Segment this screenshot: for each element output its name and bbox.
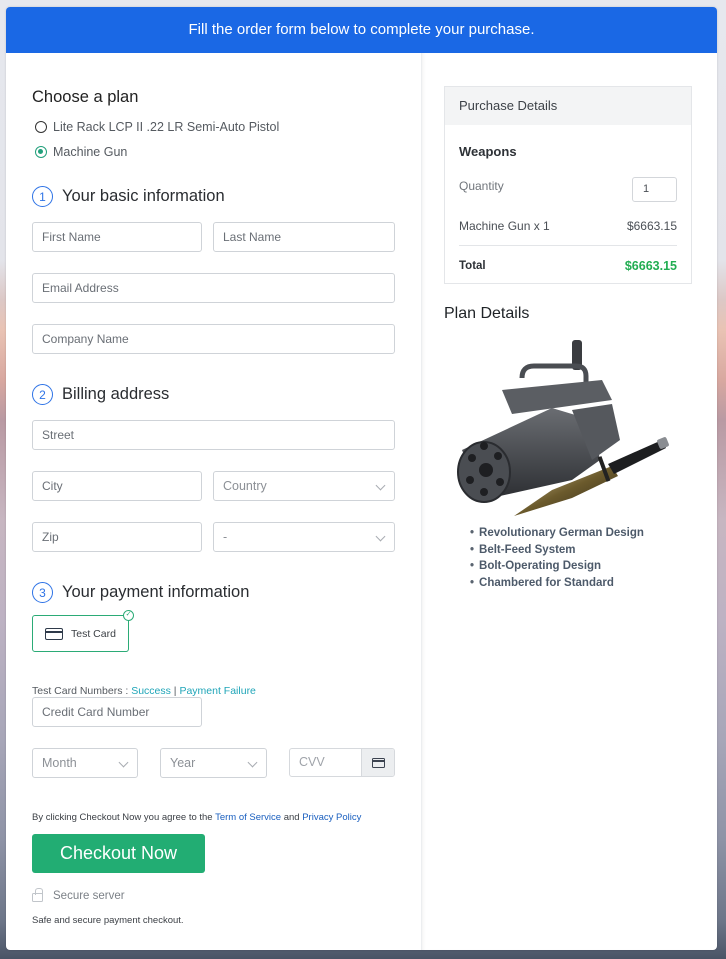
section-title: Your payment information (62, 583, 250, 601)
state-select[interactable]: - (213, 522, 395, 552)
street-input[interactable]: Street (32, 420, 395, 450)
credit-card-icon (45, 627, 63, 640)
terms-of-service-link[interactable]: Term of Service (215, 812, 281, 823)
last-name-input[interactable]: Last Name (213, 222, 395, 252)
month-select-value: Month (42, 756, 77, 770)
secure-server-label: Secure server (53, 889, 125, 902)
quantity-label: Quantity (459, 179, 504, 193)
section-title: Your basic information (62, 187, 225, 205)
step-billing: 2 Billing address (32, 384, 169, 405)
step-number-badge: 3 (32, 582, 53, 603)
agreement-prefix: By clicking Checkout Now you agree to th… (32, 812, 216, 823)
divider (459, 245, 677, 246)
purchase-details-title: Purchase Details (445, 87, 691, 125)
choose-plan-heading: Choose a plan (32, 88, 139, 106)
total-label: Total (459, 260, 486, 272)
plan-option-label: Machine Gun (53, 145, 128, 159)
secure-server: Secure server (32, 888, 125, 902)
step-number-badge: 2 (32, 384, 53, 405)
chevron-down-icon (375, 531, 386, 542)
year-select[interactable]: Year (160, 748, 267, 778)
feature-item: Bolt-Operating Design (470, 560, 644, 577)
safe-checkout-text: Safe and secure payment checkout. (32, 915, 184, 926)
agreement-middle: and (281, 812, 303, 823)
payment-method-test-card[interactable]: Test Card ✓ (32, 610, 134, 652)
product-category: Weapons (459, 144, 517, 159)
payment-failure-link[interactable]: Payment Failure (179, 685, 255, 697)
test-numbers-label: Test Card Numbers : (32, 685, 132, 697)
step-basic-info: 1 Your basic information (32, 186, 225, 207)
chevron-down-icon (118, 757, 129, 768)
checkout-card: Fill the order form below to complete yo… (6, 7, 717, 950)
purchase-details-box: Purchase Details Weapons Quantity 1 Mach… (444, 86, 692, 284)
privacy-policy-link[interactable]: Privacy Policy (302, 812, 361, 823)
line-item-price: $6663.15 (626, 219, 677, 233)
first-name-input[interactable]: First Name (32, 222, 202, 252)
payment-method-label: Test Card (71, 627, 116, 640)
product-image (457, 340, 669, 516)
feature-item: Chambered for Standard (470, 577, 644, 594)
country-select-value: Country (223, 479, 267, 493)
cvv-placeholder: CVV (299, 755, 325, 769)
country-select[interactable]: Country (213, 471, 395, 501)
credit-card-number-input[interactable]: Credit Card Number (32, 697, 202, 727)
lock-icon (32, 888, 43, 902)
state-select-value: - (223, 530, 228, 544)
city-input[interactable]: City (32, 471, 202, 501)
cvv-input[interactable]: CVV (289, 748, 395, 777)
agreement-text: By clicking Checkout Now you agree to th… (32, 812, 361, 823)
order-summary: Purchase Details Weapons Quantity 1 Mach… (421, 53, 717, 950)
company-input[interactable]: Company Name (32, 324, 395, 354)
step-number-badge: 1 (32, 186, 53, 207)
feature-item: Belt-Feed System (470, 544, 644, 561)
radio-selected-icon[interactable] (35, 146, 47, 158)
email-input[interactable]: Email Address (32, 273, 395, 303)
chevron-down-icon (247, 757, 258, 768)
plan-option-machine-gun[interactable]: Machine Gun (35, 145, 127, 159)
section-title: Billing address (62, 385, 170, 403)
credit-card-icon (371, 757, 385, 768)
step-payment: 3 Your payment information (32, 582, 249, 603)
quantity-input[interactable]: 1 (632, 177, 677, 202)
feature-item: Revolutionary German Design (470, 527, 644, 544)
success-link[interactable]: Success (131, 685, 171, 697)
checkout-now-button[interactable]: Checkout Now (32, 834, 205, 873)
check-circle-icon: ✓ (123, 610, 134, 621)
order-form: Choose a plan Lite Rack LCP II .22 LR Se… (6, 53, 421, 950)
line-item-label: Machine Gun x 1 (459, 219, 550, 233)
header-banner: Fill the order form below to complete yo… (6, 7, 717, 53)
plan-option-label: Lite Rack LCP II .22 LR Semi-Auto Pistol (53, 120, 280, 134)
cvv-card-addon (361, 749, 394, 776)
test-card-numbers: Test Card Numbers : Success | Payment Fa… (32, 685, 256, 697)
plan-option-pistol[interactable]: Lite Rack LCP II .22 LR Semi-Auto Pistol (35, 120, 279, 134)
total-price: $6663.15 (624, 259, 677, 273)
month-select[interactable]: Month (32, 748, 138, 778)
plan-features-list: Revolutionary German Design Belt-Feed Sy… (470, 527, 644, 593)
year-select-value: Year (170, 756, 196, 770)
radio-unselected-icon[interactable] (35, 121, 47, 133)
zip-input[interactable]: Zip (32, 522, 202, 552)
plan-details-title: Plan Details (444, 305, 530, 322)
chevron-down-icon (375, 480, 386, 491)
